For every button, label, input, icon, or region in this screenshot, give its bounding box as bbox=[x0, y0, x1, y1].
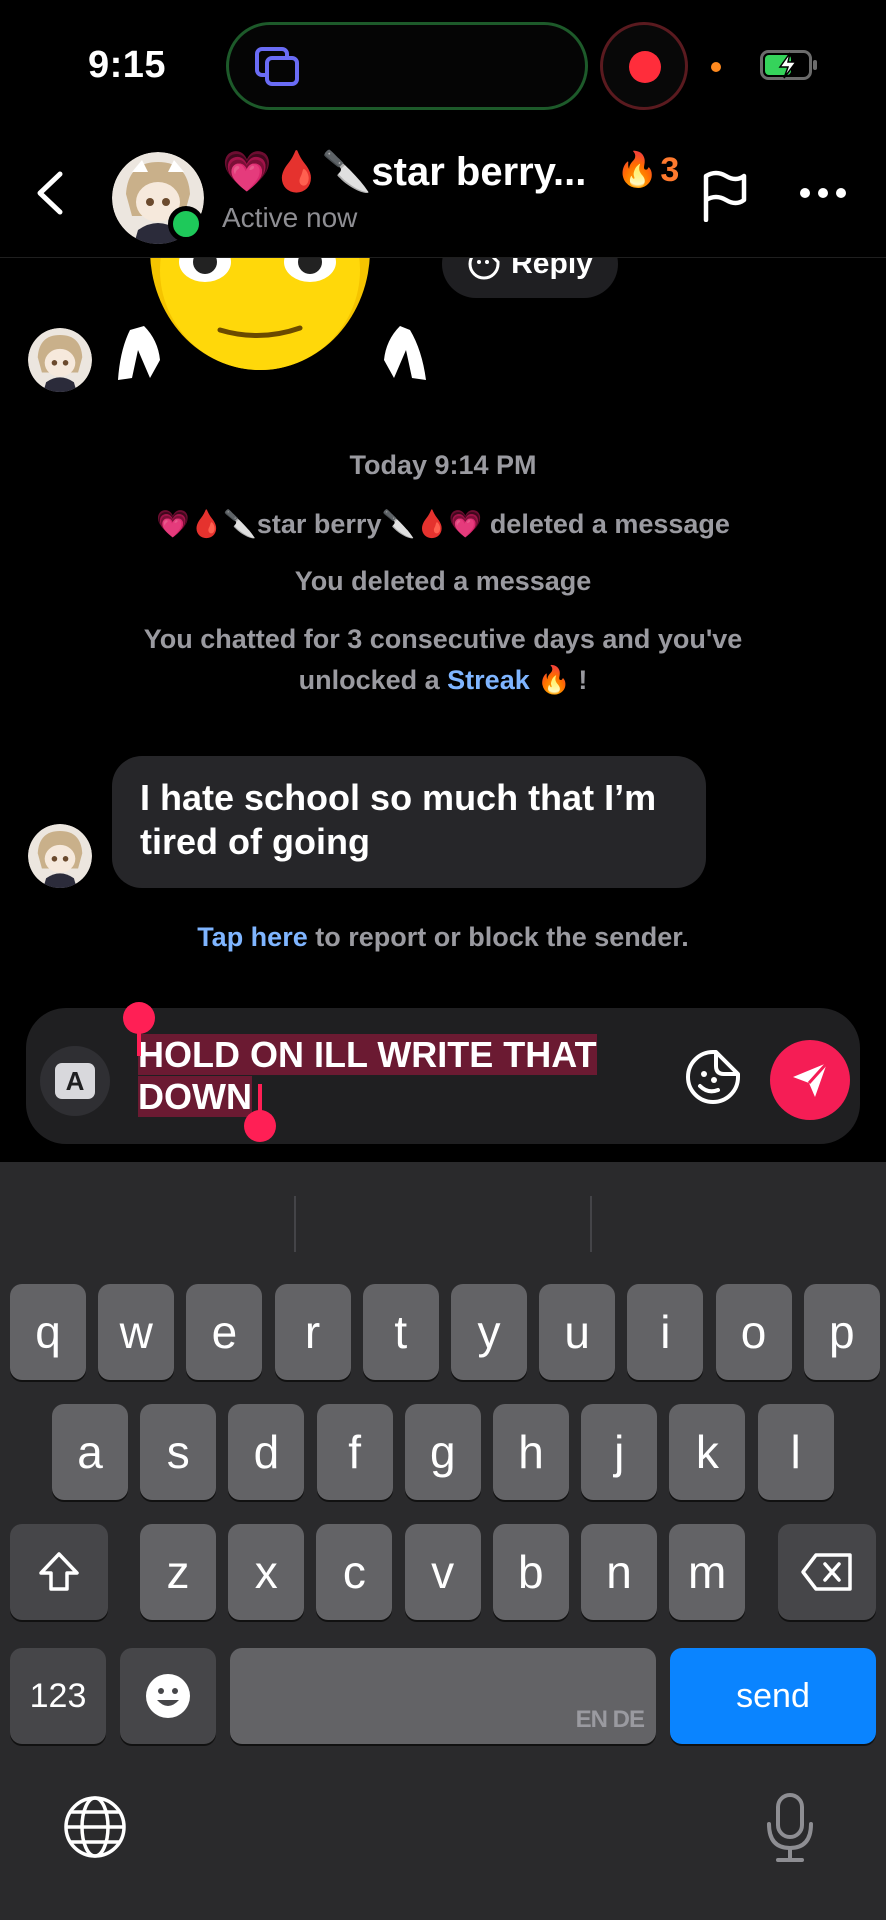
deleted-message-notice: 💗🩸🔪star berry🔪🩸💗 deleted a message bbox=[0, 504, 886, 544]
tap-here-link[interactable]: Tap here bbox=[197, 922, 308, 952]
key-v[interactable]: v bbox=[404, 1524, 481, 1620]
key-x[interactable]: x bbox=[228, 1524, 305, 1620]
numbers-key[interactable]: 123 bbox=[10, 1648, 106, 1744]
message-composer: A HOLD ON ILL WRITE THAT DOWN bbox=[26, 1002, 860, 1144]
key-z[interactable]: z bbox=[140, 1524, 216, 1620]
chat-header: 💗🩸🔪star berry... 🔥 3 Active now bbox=[0, 130, 886, 258]
backspace-key[interactable] bbox=[778, 1524, 876, 1620]
fire-icon: 🔥 bbox=[616, 151, 659, 189]
key-g[interactable]: g bbox=[404, 1404, 481, 1500]
key-c[interactable]: c bbox=[316, 1524, 393, 1620]
selected-text: HOLD ON ILL WRITE THAT DOWN bbox=[138, 1034, 597, 1117]
shift-arrow-icon bbox=[39, 1552, 79, 1591]
key-s[interactable]: s bbox=[140, 1404, 217, 1500]
deleter-name: 💗🩸🔪star berry🔪🩸💗 bbox=[156, 509, 483, 539]
key-w[interactable]: w bbox=[98, 1284, 175, 1380]
record-dot-icon bbox=[629, 51, 661, 83]
language-hint: EN DE bbox=[575, 1706, 645, 1733]
message-text: I hate school so much that I’m tired of … bbox=[140, 777, 657, 862]
suggestion-divider bbox=[294, 1196, 296, 1252]
send-message-button[interactable] bbox=[770, 1040, 850, 1120]
streak-notice-pre: unlocked a bbox=[298, 665, 448, 695]
key-l[interactable]: l bbox=[757, 1404, 834, 1500]
font-a-icon: A bbox=[55, 1063, 95, 1099]
more-options-icon[interactable] bbox=[800, 188, 846, 200]
key-d[interactable]: d bbox=[228, 1404, 305, 1500]
message-input[interactable]: HOLD ON ILL WRITE THAT DOWN bbox=[138, 1034, 686, 1118]
streak-notice-line1: You chatted for 3 consecutive days and y… bbox=[143, 624, 743, 654]
microphone-icon[interactable] bbox=[764, 1792, 816, 1864]
space-key[interactable]: EN DE bbox=[230, 1648, 656, 1744]
key-a[interactable]: a bbox=[52, 1404, 128, 1500]
key-m[interactable]: m bbox=[669, 1524, 746, 1620]
emoji-face-icon bbox=[146, 1674, 190, 1718]
you-deleted-notice: You deleted a message bbox=[294, 566, 592, 596]
key-i[interactable]: i bbox=[627, 1284, 704, 1380]
key-b[interactable]: b bbox=[492, 1524, 569, 1620]
backspace-icon bbox=[801, 1553, 852, 1591]
onscreen-keyboard: 123 EN DE send qwertyuiop asdfghjkl zxcvbn… bbox=[0, 1162, 886, 1920]
report-flag-icon[interactable] bbox=[700, 170, 748, 222]
report-block-notice: Tap here to report or block the sender. bbox=[0, 922, 886, 953]
key-u[interactable]: u bbox=[539, 1284, 616, 1380]
key-f[interactable]: f bbox=[316, 1404, 393, 1500]
incoming-message-bubble[interactable]: I hate school so much that I’m tired of … bbox=[112, 756, 706, 888]
screen-recording-indicator[interactable] bbox=[600, 22, 688, 110]
contact-name[interactable]: 💗🩸🔪star berry... bbox=[222, 148, 586, 195]
streak-notice-post: 🔥 ! bbox=[529, 665, 588, 695]
selection-start-handle[interactable] bbox=[123, 1002, 155, 1056]
key-p[interactable]: p bbox=[803, 1284, 880, 1380]
key-h[interactable]: h bbox=[493, 1404, 569, 1500]
sender-avatar[interactable] bbox=[28, 824, 92, 888]
multitask-app-icon bbox=[255, 47, 299, 86]
globe-icon[interactable] bbox=[62, 1794, 128, 1860]
back-arrow-icon[interactable] bbox=[28, 168, 72, 218]
status-time: 9:15 bbox=[88, 44, 167, 86]
streak-link[interactable]: Streak bbox=[447, 665, 530, 695]
key-q[interactable]: q bbox=[10, 1284, 86, 1380]
battery-charging-icon bbox=[760, 50, 817, 80]
report-text: to report or block the sender. bbox=[307, 922, 689, 952]
dynamic-island[interactable] bbox=[226, 22, 588, 110]
streak-count: 3 bbox=[660, 150, 680, 189]
key-n[interactable]: n bbox=[581, 1524, 657, 1620]
selection-end-handle[interactable] bbox=[244, 1084, 276, 1142]
suggestion-divider bbox=[590, 1196, 592, 1252]
keyboard-send-key[interactable]: send bbox=[670, 1648, 876, 1744]
key-k[interactable]: k bbox=[669, 1404, 746, 1500]
key-e[interactable]: e bbox=[186, 1284, 263, 1380]
sender-avatar[interactable] bbox=[28, 328, 92, 392]
key-y[interactable]: y bbox=[451, 1284, 527, 1380]
text-style-button[interactable]: A bbox=[40, 1046, 110, 1116]
status-bar: 9:15 bbox=[0, 0, 886, 130]
paper-plane-icon bbox=[793, 1061, 829, 1097]
streak-badge[interactable]: 🔥 3 bbox=[616, 150, 679, 190]
key-t[interactable]: t bbox=[362, 1284, 439, 1380]
key-o[interactable]: o bbox=[715, 1284, 792, 1380]
active-status: Active now bbox=[222, 202, 358, 233]
emoji-key[interactable] bbox=[120, 1648, 216, 1744]
mic-in-use-indicator bbox=[711, 62, 721, 72]
streak-notice-line2: unlocked a Streak 🔥 ! bbox=[0, 660, 886, 700]
online-status-dot bbox=[168, 206, 204, 242]
key-j[interactable]: j bbox=[581, 1404, 658, 1500]
message-timestamp: Today 9:14 PM bbox=[349, 450, 537, 480]
deleted-action: deleted a message bbox=[482, 509, 730, 539]
sticker-icon[interactable] bbox=[684, 1048, 742, 1106]
shift-key[interactable] bbox=[10, 1524, 108, 1620]
key-r[interactable]: r bbox=[274, 1284, 351, 1380]
